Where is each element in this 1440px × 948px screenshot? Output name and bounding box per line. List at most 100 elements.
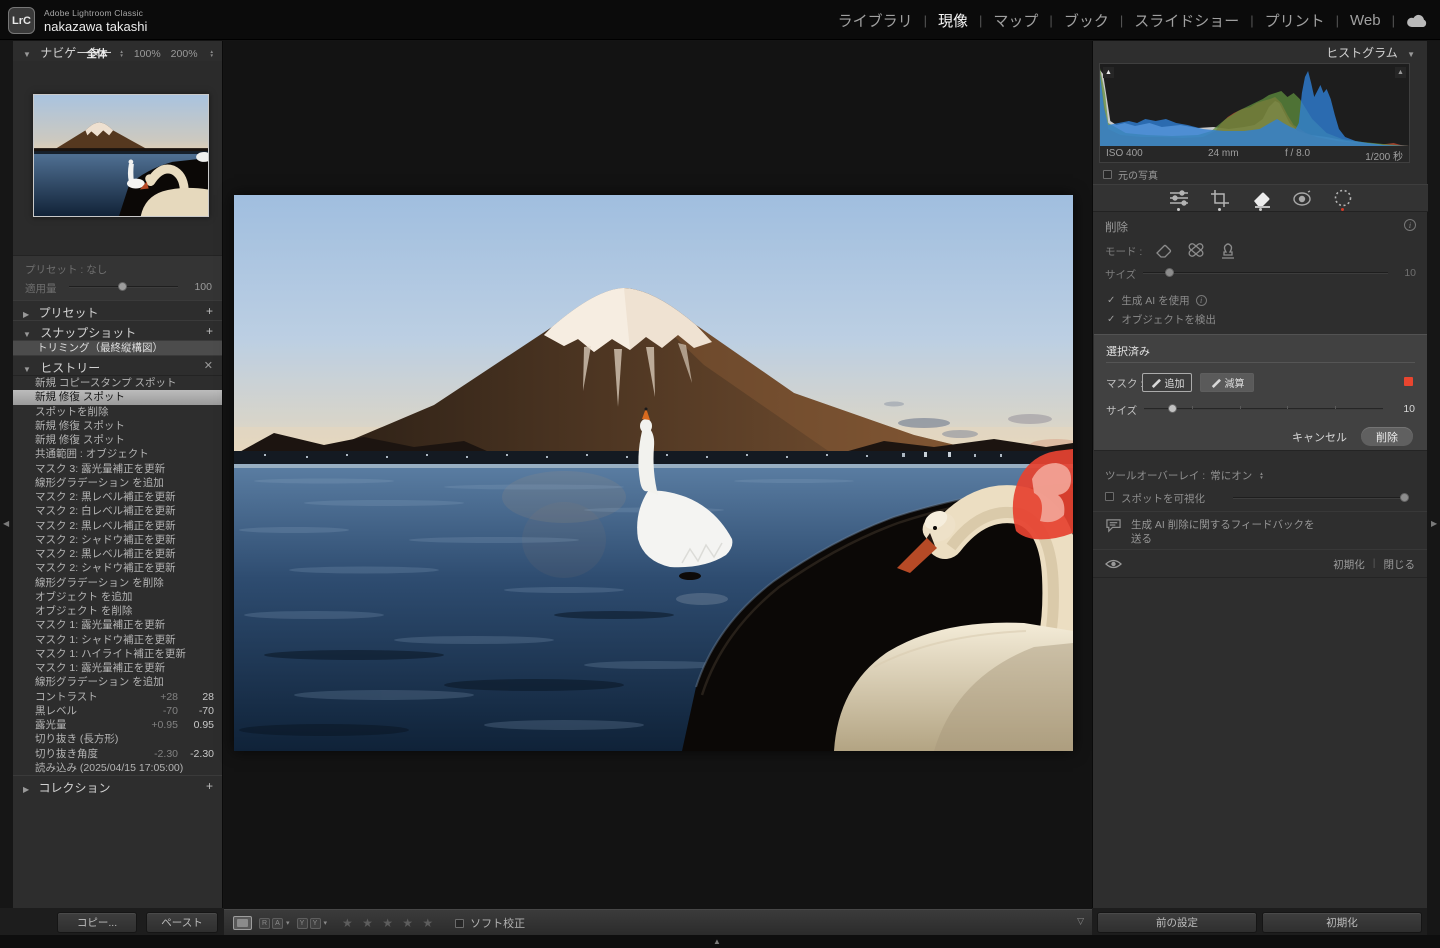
navigator-thumbnail[interactable]: [33, 94, 209, 217]
history-item[interactable]: 新規 コピースタンプ スポット: [13, 376, 222, 390]
history-item[interactable]: マスク 2: 黒レベル補正を更新: [13, 490, 222, 504]
red-eye-tool[interactable]: [1290, 187, 1314, 209]
navigator-expand-icon[interactable]: ▼: [23, 50, 31, 59]
snapshot-item[interactable]: トリミング（最終縦構図）: [13, 340, 222, 355]
amount-slider[interactable]: [69, 282, 178, 291]
tool-overlay-row[interactable]: ツールオーバーレイ : 常にオン ▲ ▼: [1105, 468, 1264, 483]
tool-visibility-eye-icon[interactable]: [1105, 558, 1122, 570]
visualize-threshold-slider[interactable]: [1233, 493, 1410, 502]
history-item[interactable]: マスク 2: 白レベル補正を更新: [13, 504, 222, 518]
history-item[interactable]: 線形グラデーション を削除: [13, 576, 222, 590]
star-rating[interactable]: ★ ★ ★ ★ ★: [342, 916, 436, 930]
presets-expand-icon[interactable]: ▶: [23, 310, 29, 319]
tool-overlay-stepper-icon[interactable]: ▲ ▼: [1259, 471, 1263, 480]
loupe-view-button[interactable]: [233, 916, 252, 930]
remove-info-icon[interactable]: i: [1404, 219, 1416, 231]
remove-tool-active[interactable]: [1249, 187, 1273, 211]
remove-size-slider[interactable]: [1143, 268, 1388, 277]
visualize-spots-checkbox[interactable]: [1105, 492, 1114, 501]
copy-button[interactable]: コピー...: [57, 912, 137, 933]
history-item[interactable]: マスク 1: 露光量補正を更新: [13, 618, 222, 632]
collections-expand-icon[interactable]: ▶: [23, 785, 29, 794]
survey-view-button[interactable]: Y Y ▾: [296, 917, 328, 929]
snapshots-add-icon[interactable]: +: [206, 324, 213, 338]
photo-main-view[interactable]: [234, 195, 1073, 751]
right-panel-collapse-strip[interactable]: ▶: [1427, 41, 1440, 935]
tool-close-button[interactable]: 閉じる: [1384, 557, 1416, 572]
module-web[interactable]: Web: [1350, 12, 1381, 29]
use-gen-ai-checkbox[interactable]: ✓: [1107, 295, 1115, 306]
history-item[interactable]: 線形グラデーション を追加: [13, 675, 222, 689]
module-print[interactable]: プリント: [1265, 10, 1325, 31]
history-item[interactable]: マスク 1: シャドウ補正を更新: [13, 633, 222, 647]
gen-ai-feedback-link[interactable]: 生成 AI 削除に関するフィードバックを 送る: [1105, 518, 1315, 546]
collapse-bottom-arrow-icon[interactable]: ▲: [713, 937, 721, 946]
navigator-header[interactable]: ▼ ナビゲーター 全体 ▲ ▼ 100% 200% ▲ ▼: [13, 41, 222, 61]
collapse-right-arrow-icon[interactable]: ▶: [1431, 519, 1437, 528]
detect-objects-checkbox[interactable]: ✓: [1107, 314, 1115, 325]
history-item[interactable]: マスク 2: 黒レベル補正を更新: [13, 519, 222, 533]
toolbar-options-dropdown-icon[interactable]: ▽: [1077, 916, 1084, 927]
crop-tool[interactable]: [1208, 187, 1232, 211]
zoom-stepper-icon[interactable]: ▲ ▼: [210, 49, 214, 58]
detect-objects-row[interactable]: ✓ オブジェクトを検出: [1107, 312, 1216, 327]
zoom-200-option[interactable]: 200%: [171, 48, 198, 60]
soft-proof-checkbox[interactable]: [455, 918, 465, 928]
selected-size-knob[interactable]: [1167, 404, 1177, 413]
history-item[interactable]: 読み込み (2025/04/15 17:05:00): [13, 761, 222, 775]
paste-button[interactable]: ペースト: [146, 912, 218, 933]
history-item[interactable]: 切り抜き (長方形): [13, 732, 222, 746]
module-library[interactable]: ライブラリ: [838, 10, 913, 31]
history-expand-icon[interactable]: ▼: [23, 365, 31, 374]
compare-dropdown-icon[interactable]: ▾: [286, 919, 290, 927]
selected-size-slider[interactable]: [1144, 404, 1383, 413]
snapshots-header[interactable]: ▼ スナップショット +: [13, 320, 222, 340]
survey-dropdown-icon[interactable]: ▾: [324, 919, 328, 927]
zoom-100-option[interactable]: 100%: [134, 48, 161, 60]
cloud-sync-icon[interactable]: [1406, 13, 1428, 28]
history-item[interactable]: マスク 3: 露光量補正を更新: [13, 462, 222, 476]
original-photo-toggle[interactable]: 元の写真: [1103, 167, 1158, 182]
module-slideshow[interactable]: スライドショー: [1134, 10, 1239, 31]
amount-slider-knob[interactable]: [118, 282, 128, 291]
cancel-button[interactable]: キャンセル: [1292, 429, 1347, 445]
masking-tool[interactable]: [1331, 187, 1355, 211]
snapshots-expand-icon[interactable]: ▼: [23, 330, 31, 339]
module-develop[interactable]: 現像: [938, 10, 968, 31]
module-map[interactable]: マップ: [993, 10, 1038, 31]
shadow-clipping-icon[interactable]: ▲: [1103, 67, 1114, 78]
mask-add-button[interactable]: 追加: [1142, 373, 1192, 392]
history-item[interactable]: 線形グラデーション を追加: [13, 476, 222, 490]
tool-reset-button[interactable]: 初期化: [1333, 557, 1365, 572]
history-item[interactable]: 黒レベル -70 -70: [13, 704, 222, 718]
history-header[interactable]: ▼ ヒストリー ✕: [13, 355, 222, 375]
history-item[interactable]: オブジェクト を削除: [13, 604, 222, 618]
history-item[interactable]: オブジェクト を追加: [13, 590, 222, 604]
history-item[interactable]: 露光量 +0.95 0.95: [13, 718, 222, 732]
delete-button[interactable]: 削除: [1361, 427, 1413, 446]
history-item[interactable]: 新規 修復 スポット: [13, 419, 222, 433]
mode-heal-icon[interactable]: [1186, 241, 1206, 262]
mode-eraser-icon[interactable]: [1154, 242, 1174, 261]
history-item[interactable]: 新規 修復 スポット: [13, 390, 222, 405]
history-item[interactable]: マスク 2: シャドウ補正を更新: [13, 533, 222, 547]
zoom-stepper-icon[interactable]: ▲ ▼: [119, 49, 123, 58]
module-book[interactable]: ブック: [1064, 10, 1109, 31]
mask-color-swatch[interactable]: [1404, 377, 1413, 386]
zoom-fit-option[interactable]: 全体: [86, 46, 107, 61]
remove-size-knob[interactable]: [1165, 268, 1175, 277]
histogram-header[interactable]: ヒストグラム ▼: [1093, 41, 1427, 61]
history-item[interactable]: コントラスト +28 28: [13, 690, 222, 704]
history-item[interactable]: マスク 2: 黒レベル補正を更新: [13, 547, 222, 561]
original-photo-checkbox[interactable]: [1103, 170, 1112, 179]
history-item[interactable]: 新規 修復 スポット: [13, 433, 222, 447]
previous-settings-button[interactable]: 前の設定: [1097, 912, 1257, 933]
history-item[interactable]: 共通範囲 : オブジェクト: [13, 447, 222, 461]
compare-view-button[interactable]: R A ▾: [259, 917, 290, 929]
histogram-expand-icon[interactable]: ▼: [1407, 50, 1415, 59]
gen-ai-info-icon[interactable]: i: [1195, 295, 1207, 306]
soft-proof-control[interactable]: ソフト校正: [455, 915, 525, 931]
presets-header[interactable]: ▶ プリセット +: [13, 300, 222, 320]
history-item[interactable]: マスク 2: シャドウ補正を更新: [13, 561, 222, 575]
reset-button[interactable]: 初期化: [1262, 912, 1422, 933]
